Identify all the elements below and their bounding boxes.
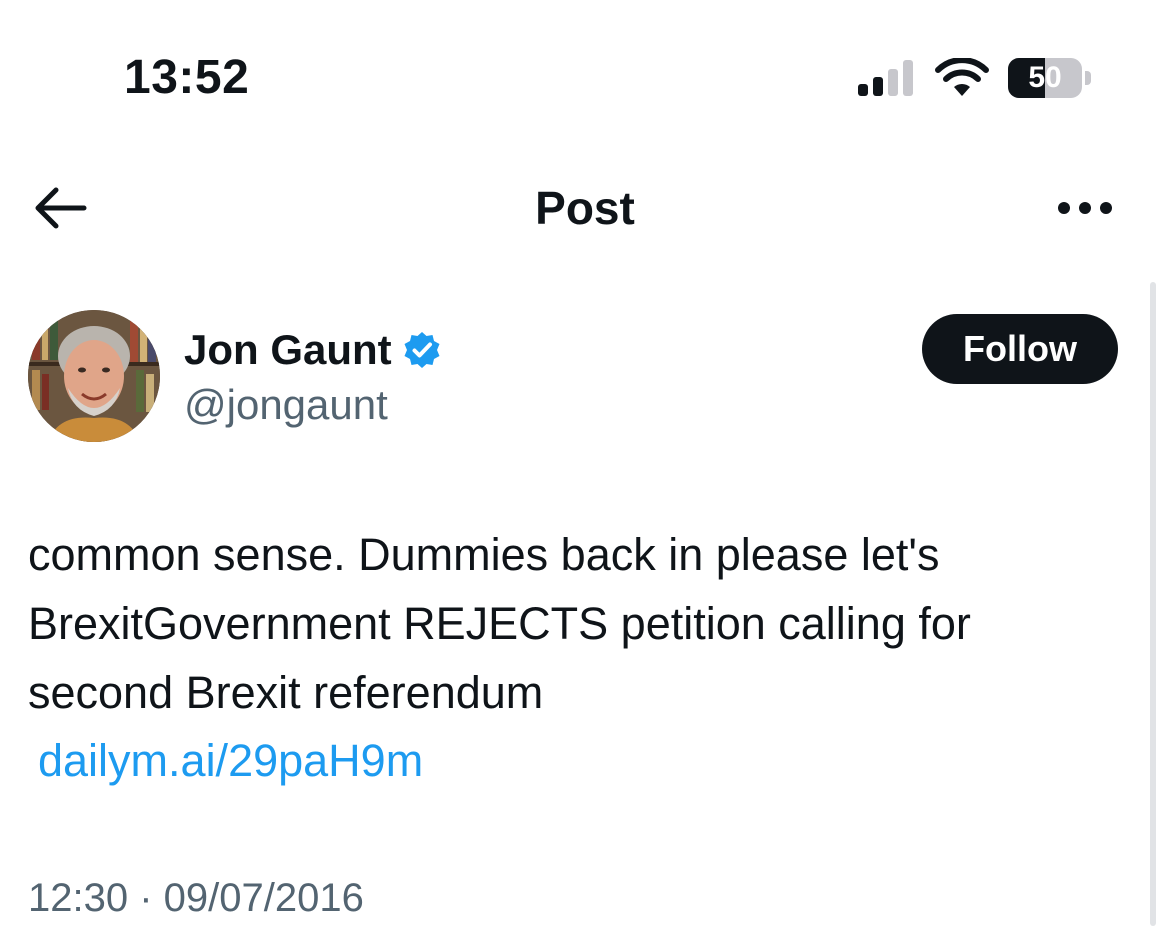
arrow-left-icon: [35, 187, 87, 229]
back-button[interactable]: [28, 180, 92, 236]
tweet-text-line: common sense. Dummies back in please let…: [28, 529, 940, 580]
follow-button[interactable]: Follow: [922, 314, 1118, 384]
post-screen: 13:52 50 Post Jon Gaunt @jongaunt Follow…: [0, 0, 1170, 926]
tweet-text-line: second Brexit referendum: [28, 667, 544, 718]
battery-level: 50: [1028, 61, 1062, 94]
avatar-photo: [28, 310, 160, 442]
battery-icon: 50: [1008, 58, 1094, 100]
scrollbar[interactable]: [1150, 282, 1156, 926]
post-timestamp: 12:30 · 09/07/2016: [28, 876, 364, 920]
tweet-link[interactable]: dailym.ai/29paH9m: [38, 726, 423, 795]
cellular-signal-icon: [858, 60, 913, 96]
avatar[interactable]: [28, 310, 160, 442]
wifi-icon: [935, 58, 989, 96]
author-name[interactable]: Jon Gaunt: [184, 324, 442, 376]
author-name-text: Jon Gaunt: [184, 326, 392, 373]
tweet-text: common sense. Dummies back in please let…: [28, 520, 1128, 727]
page-title: Post: [535, 182, 635, 234]
tweet-text-line: BrexitGovernment REJECTS petition callin…: [28, 598, 971, 649]
more-options-button[interactable]: [1052, 186, 1118, 230]
more-horizontal-icon: [1058, 202, 1112, 214]
status-time: 13:52: [124, 51, 250, 104]
author-handle[interactable]: @jongaunt: [184, 380, 388, 430]
verified-badge-icon: [404, 332, 440, 368]
